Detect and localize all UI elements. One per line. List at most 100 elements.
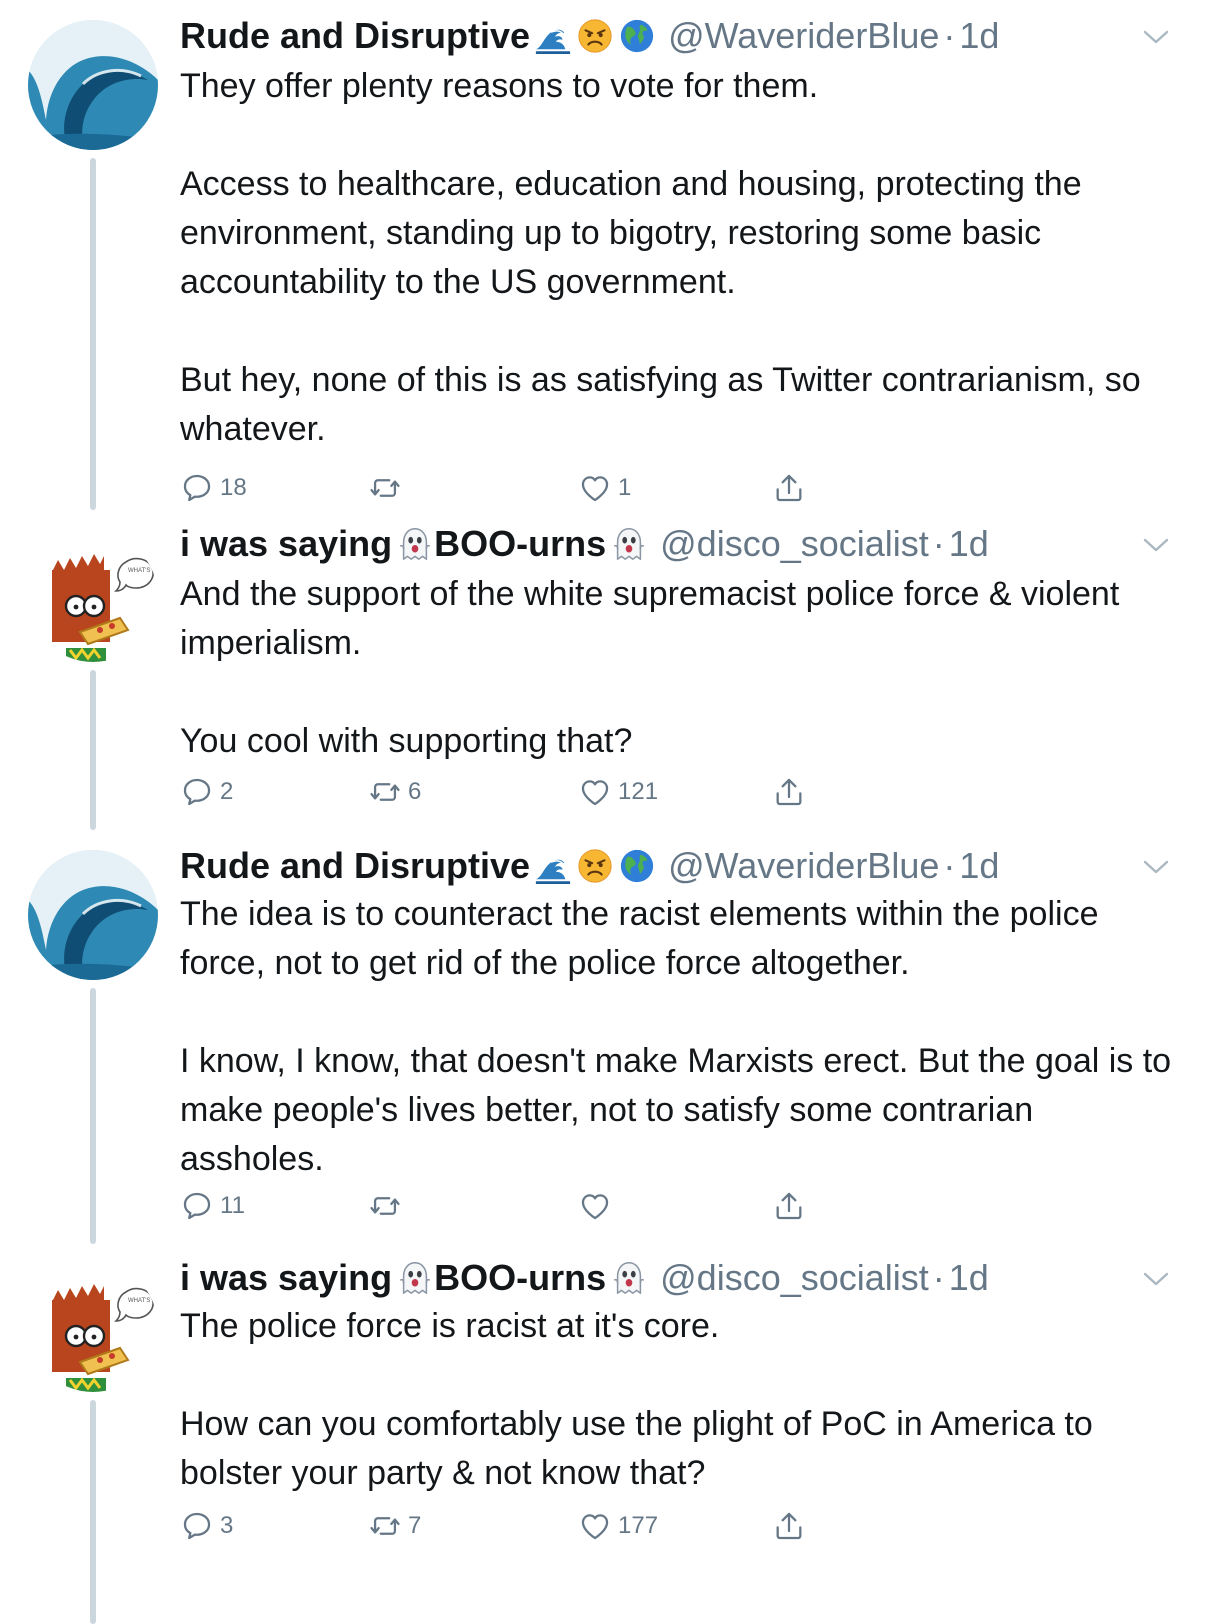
display-name-suffix[interactable]: BOO-urns [434, 1257, 606, 1298]
reply-button[interactable]: 11 [180, 1186, 245, 1226]
share-icon [772, 775, 806, 809]
separator: · [932, 1257, 945, 1298]
wave-emoji-icon [534, 847, 572, 885]
tweet-text: The idea is to counteract the racist ele… [180, 895, 1172, 1178]
separator: · [932, 523, 945, 564]
reply-icon [180, 471, 214, 505]
reply-icon [180, 1189, 214, 1223]
ghost-emoji-icon [610, 525, 648, 563]
angry-face-emoji-icon [576, 17, 614, 55]
avatar[interactable] [28, 850, 158, 980]
retweet-count: 7 [408, 1512, 422, 1539]
reply-button[interactable]: 2 [180, 772, 233, 812]
retweet-button[interactable]: 6 [368, 772, 421, 812]
handle[interactable]: @disco_socialist [660, 1257, 929, 1298]
tweet-header: i was saying BOO-urns @disco_socialist · 1d [180, 520, 989, 568]
chevron-down-icon[interactable] [1142, 28, 1170, 46]
retweet-icon [368, 471, 402, 505]
like-count: 121 [618, 778, 659, 805]
wave-emoji-icon [534, 17, 572, 55]
timestamp[interactable]: 1d [949, 523, 989, 564]
timestamp[interactable]: 1d [959, 15, 999, 56]
share-button[interactable] [772, 1186, 806, 1226]
share-icon [772, 471, 806, 505]
display-name-suffix[interactable]: BOO-urns [434, 523, 606, 564]
reply-count: 2 [220, 778, 234, 805]
ghost-emoji-icon [396, 1259, 434, 1297]
share-button[interactable] [772, 772, 806, 812]
tweet-header: i was saying BOO-urns @disco_socialist · 1d [180, 1254, 989, 1302]
share-icon [772, 1509, 806, 1543]
globe-emoji-icon [618, 17, 656, 55]
handle[interactable]: @WaveriderBlue [668, 15, 939, 56]
separator: · [943, 15, 956, 56]
reply-button[interactable]: 18 [180, 468, 247, 508]
ghost-emoji-icon [610, 1259, 648, 1297]
heart-icon [578, 471, 612, 505]
like-count: 177 [618, 1512, 659, 1539]
avatar-speech-bubble-text: WHAT'S [128, 1298, 151, 1304]
retweet-button[interactable] [368, 1186, 408, 1226]
tweet-header: Rude and Disruptive @WaveriderBlue · 1d [180, 12, 999, 60]
separator: · [943, 845, 956, 886]
display-name[interactable]: i was saying [180, 523, 392, 564]
thread-line [90, 988, 96, 1244]
reply-button[interactable]: 3 [180, 1506, 233, 1546]
thread-line [90, 1400, 96, 1624]
tweet-actions: 18 1 [180, 468, 820, 508]
share-icon [772, 1189, 806, 1223]
avatar[interactable]: WHAT'S [28, 532, 158, 662]
tweet-actions: 2 6 121 [180, 772, 820, 812]
handle[interactable]: @disco_socialist [660, 523, 929, 564]
like-button[interactable]: 1 [578, 468, 631, 508]
tweet[interactable]: Rude and Disruptive @WaveriderBlue · 1d The… [0, 845, 1214, 1244]
retweet-count: 6 [408, 778, 422, 805]
display-name[interactable]: Rude and Disruptive [180, 15, 530, 56]
retweet-icon [368, 1189, 402, 1223]
tweet-actions: 11 [180, 1186, 820, 1226]
reply-icon [180, 775, 214, 809]
globe-emoji-icon [618, 847, 656, 885]
like-button[interactable] [578, 1186, 618, 1226]
tweet[interactable]: WHAT'S i was saying BOO-urns @disco_social… [0, 520, 1214, 830]
avatar-speech-bubble-text: WHAT'S [128, 568, 151, 574]
cartoon-avatar-image [28, 1262, 158, 1392]
wave-avatar-image [28, 20, 158, 150]
like-button[interactable]: 121 [578, 772, 658, 812]
retweet-icon [368, 1509, 402, 1543]
chevron-down-icon[interactable] [1142, 536, 1170, 554]
retweet-button[interactable]: 7 [368, 1506, 421, 1546]
ghost-emoji-icon [396, 525, 434, 563]
reply-count: 3 [220, 1512, 234, 1539]
timestamp[interactable]: 1d [959, 845, 999, 886]
wave-avatar-image [28, 850, 158, 980]
tweet-text: They offer plenty reasons to vote for th… [180, 67, 1141, 448]
tweet[interactable]: WHAT'S i was saying BOO-urns @disco_social… [0, 1257, 1214, 1624]
angry-face-emoji-icon [576, 847, 614, 885]
share-button[interactable] [772, 468, 806, 508]
display-name[interactable]: Rude and Disruptive [180, 845, 530, 886]
reply-icon [180, 1509, 214, 1543]
retweet-button[interactable] [368, 468, 408, 508]
share-button[interactable] [772, 1506, 806, 1546]
chevron-down-icon[interactable] [1142, 858, 1170, 876]
display-name[interactable]: i was saying [180, 1257, 392, 1298]
tweet-actions: 3 7 177 [180, 1506, 820, 1546]
thread-line [90, 670, 96, 830]
handle[interactable]: @WaveriderBlue [668, 845, 939, 886]
avatar[interactable] [28, 20, 158, 150]
avatar[interactable]: WHAT'S [28, 1262, 158, 1392]
cartoon-avatar-image [28, 532, 158, 662]
heart-icon [578, 1189, 612, 1223]
tweet[interactable]: Rude and Disruptive @WaveriderBlue · 1d The… [0, 0, 1214, 512]
tweet-text: And the support of the white supremacist… [180, 575, 1120, 760]
timestamp[interactable]: 1d [949, 1257, 989, 1298]
tweet-header: Rude and Disruptive @WaveriderBlue · 1d [180, 842, 999, 890]
reply-count: 18 [220, 474, 247, 501]
like-button[interactable]: 177 [578, 1506, 658, 1546]
retweet-icon [368, 775, 402, 809]
tweet-text: The police force is racist at it's core.… [180, 1307, 1093, 1492]
heart-icon [578, 775, 612, 809]
chevron-down-icon[interactable] [1142, 1270, 1170, 1288]
heart-icon [578, 1509, 612, 1543]
